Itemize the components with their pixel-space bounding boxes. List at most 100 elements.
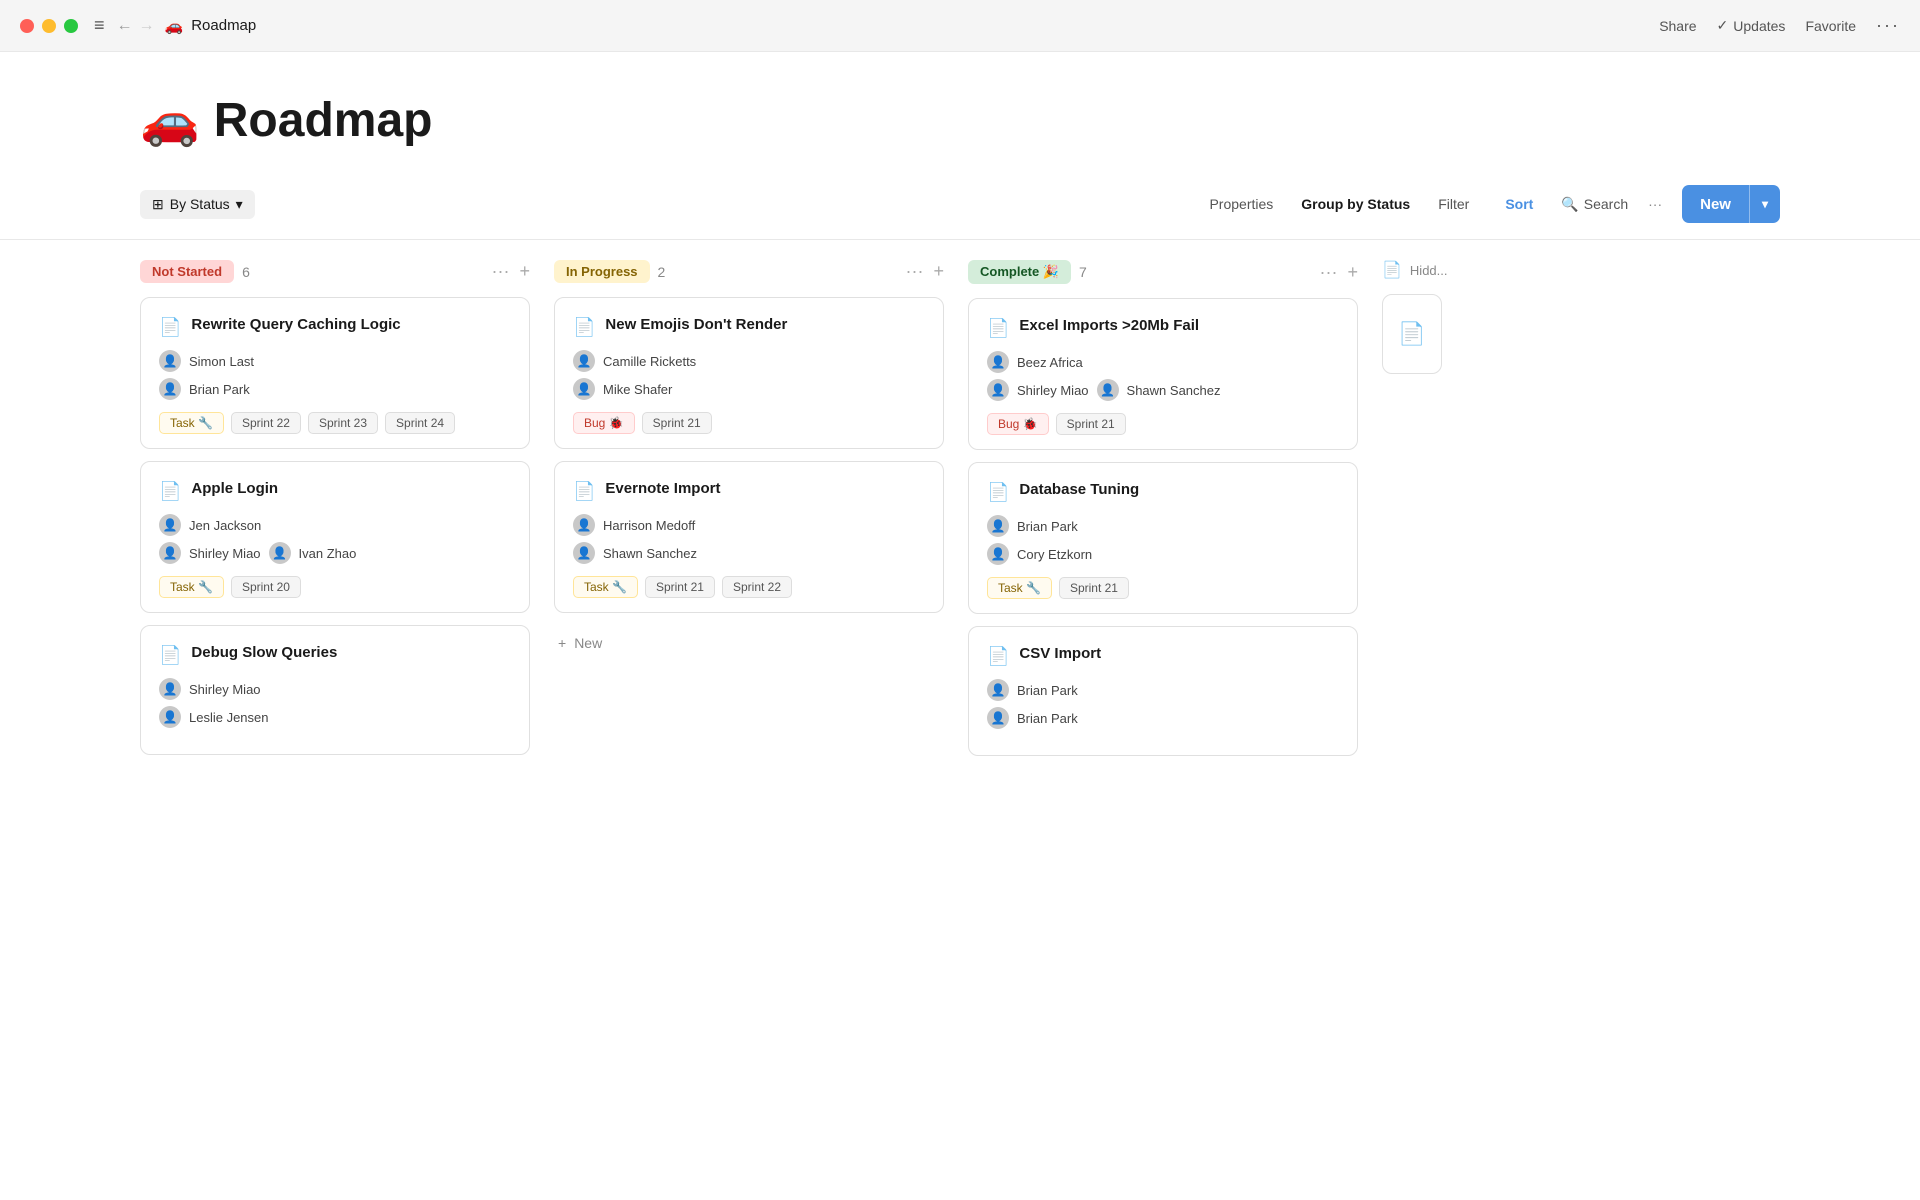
assignee-name: Jen Jackson <box>189 518 261 533</box>
tag: Task 🔧 <box>159 412 224 434</box>
column-add-in-progress[interactable]: + <box>933 261 944 282</box>
card-title: Database Tuning <box>1019 481 1139 498</box>
column-header-not-started: Not Started 6 ··· + <box>140 260 530 283</box>
card-assignees: 👤 Jen Jackson 👤 Shirley Miao 👤 Ivan Zhao <box>159 514 511 564</box>
card-assignees: 👤 Brian Park 👤 Brian Park <box>987 679 1339 729</box>
card-apple-login[interactable]: 📄 Apple Login 👤 Jen Jackson 👤 Shirley Mi… <box>140 461 530 613</box>
plus-icon: + <box>558 635 566 651</box>
card-database-tuning[interactable]: 📄 Database Tuning 👤 Brian Park 👤 Cory Et… <box>968 462 1358 614</box>
add-new-label: New <box>574 635 602 651</box>
minimize-button[interactable] <box>42 19 56 33</box>
forward-arrow[interactable]: → <box>139 17 155 35</box>
card-title: Excel Imports >20Mb Fail <box>1019 317 1199 334</box>
share-button[interactable]: Share <box>1659 18 1696 34</box>
close-button[interactable] <box>20 19 34 33</box>
favorite-button[interactable]: Favorite <box>1805 18 1856 34</box>
fullscreen-button[interactable] <box>64 19 78 33</box>
new-btn-arrow[interactable]: ▾ <box>1750 189 1780 219</box>
properties-button[interactable]: Properties <box>1201 192 1281 216</box>
search-button[interactable]: 🔍 Search <box>1561 196 1628 213</box>
titlebar-title: 🚗 Roadmap <box>165 17 257 35</box>
column-actions-in-progress: ··· + <box>906 261 945 282</box>
doc-icon: 📄 <box>159 481 181 502</box>
assignee-row: 👤 Mike Shafer <box>573 378 925 400</box>
card-tags: Task 🔧 Sprint 21 Sprint 22 <box>573 576 925 598</box>
avatar: 👤 <box>987 707 1009 729</box>
traffic-lights <box>20 19 78 33</box>
card-assignees: 👤 Shirley Miao 👤 Leslie Jensen <box>159 678 511 728</box>
more-button[interactable]: ··· <box>1876 15 1900 36</box>
sort-button[interactable]: Sort <box>1497 192 1541 216</box>
board: Not Started 6 ··· + 📄 Rewrite Query Cach… <box>0 240 1920 1188</box>
column-actions-complete: ··· + <box>1320 262 1359 283</box>
assignee-name: Ivan Zhao <box>299 546 357 561</box>
hidden-label: Hidd... <box>1410 263 1448 278</box>
view-selector[interactable]: ⊞ By Status ▾ <box>140 190 255 219</box>
column-in-progress: In Progress 2 ··· + 📄 New Emojis Don't R… <box>554 260 944 1168</box>
assignee-row: 👤 Jen Jackson <box>159 514 511 536</box>
hamburger-icon[interactable]: ≡ <box>94 15 105 36</box>
back-arrow[interactable]: ← <box>117 17 133 35</box>
card-excel-imports[interactable]: 📄 Excel Imports >20Mb Fail 👤 Beez Africa… <box>968 298 1358 450</box>
titlebar: ≡ ← → 🚗 Roadmap Share ✓ Updates Favorite… <box>0 0 1920 52</box>
tag: Bug 🐞 <box>987 413 1049 435</box>
doc-icon: 📄 <box>159 645 181 666</box>
card-csv-import[interactable]: 📄 CSV Import 👤 Brian Park 👤 Brian Park <box>968 626 1358 756</box>
check-icon: ✓ <box>1717 17 1729 34</box>
titlebar-emoji: 🚗 <box>165 17 184 35</box>
column-count-in-progress: 2 <box>658 264 666 280</box>
tag: Task 🔧 <box>159 576 224 598</box>
assignee-name: Camille Ricketts <box>603 354 696 369</box>
card-tags: Bug 🐞 Sprint 21 <box>573 412 925 434</box>
card-tags: Task 🔧 Sprint 21 <box>987 577 1339 599</box>
column-more-complete[interactable]: ··· <box>1320 262 1338 283</box>
toolbar-more-button[interactable]: ··· <box>1648 196 1662 212</box>
doc-icon: 📄 <box>987 482 1009 503</box>
titlebar-text: Roadmap <box>191 17 256 34</box>
card-rewrite-query[interactable]: 📄 Rewrite Query Caching Logic 👤 Simon La… <box>140 297 530 449</box>
assignee-name: Shirley Miao <box>189 546 261 561</box>
column-not-started: Not Started 6 ··· + 📄 Rewrite Query Cach… <box>140 260 530 1168</box>
column-add-complete[interactable]: + <box>1347 262 1358 283</box>
card-new-emojis[interactable]: 📄 New Emojis Don't Render 👤 Camille Rick… <box>554 297 944 449</box>
assignee-row: 👤 Beez Africa <box>987 351 1339 373</box>
group-by-value: Status <box>1367 196 1410 212</box>
new-button-label[interactable]: New <box>1682 188 1749 221</box>
card-title: CSV Import <box>1019 645 1101 662</box>
avatar: 👤 <box>573 514 595 536</box>
assignee-row: 👤 Brian Park <box>987 679 1339 701</box>
column-add-not-started[interactable]: + <box>519 261 530 282</box>
page-emoji: 🚗 <box>140 92 200 149</box>
doc-icon: 📄 <box>159 317 181 338</box>
doc-icon: 📄 <box>987 646 1009 667</box>
updates-button[interactable]: ✓ Updates <box>1717 17 1786 34</box>
avatar: 👤 <box>573 378 595 400</box>
add-new-in-progress[interactable]: + New <box>554 625 944 661</box>
column-hidden: 📄 Hidd... 📄 <box>1382 260 1462 1168</box>
tag: Sprint 20 <box>231 576 301 598</box>
column-actions-not-started: ··· + <box>492 261 531 282</box>
tag: Task 🔧 <box>987 577 1052 599</box>
new-button[interactable]: New ▾ <box>1682 185 1780 223</box>
card-evernote-import[interactable]: 📄 Evernote Import 👤 Harrison Medoff 👤 Sh… <box>554 461 944 613</box>
assignee-name: Cory Etzkorn <box>1017 547 1092 562</box>
column-header-hidden: 📄 Hidd... <box>1382 260 1462 280</box>
group-by-button[interactable]: Group by Status <box>1301 196 1410 212</box>
nav-arrows: ← → <box>117 17 155 35</box>
filter-button[interactable]: Filter <box>1430 192 1477 216</box>
assignee-row: 👤 Shawn Sanchez <box>573 542 925 564</box>
avatar: 👤 <box>1097 379 1119 401</box>
column-more-not-started[interactable]: ··· <box>492 261 510 282</box>
avatar: 👤 <box>987 543 1009 565</box>
column-count-not-started: 6 <box>242 264 250 280</box>
column-complete: Complete 🎉 7 ··· + 📄 Excel Imports >20Mb… <box>968 260 1358 1168</box>
page-title-text: Roadmap <box>214 93 433 148</box>
avatar: 👤 <box>269 542 291 564</box>
avatar: 👤 <box>987 379 1009 401</box>
card-title: Evernote Import <box>605 480 720 497</box>
partial-card: 📄 <box>1382 294 1442 374</box>
doc-icon: 📄 <box>573 317 595 338</box>
column-more-in-progress[interactable]: ··· <box>906 261 924 282</box>
toolbar: ⊞ By Status ▾ Properties Group by Status… <box>0 169 1920 240</box>
card-debug-slow-queries[interactable]: 📄 Debug Slow Queries 👤 Shirley Miao 👤 Le… <box>140 625 530 755</box>
